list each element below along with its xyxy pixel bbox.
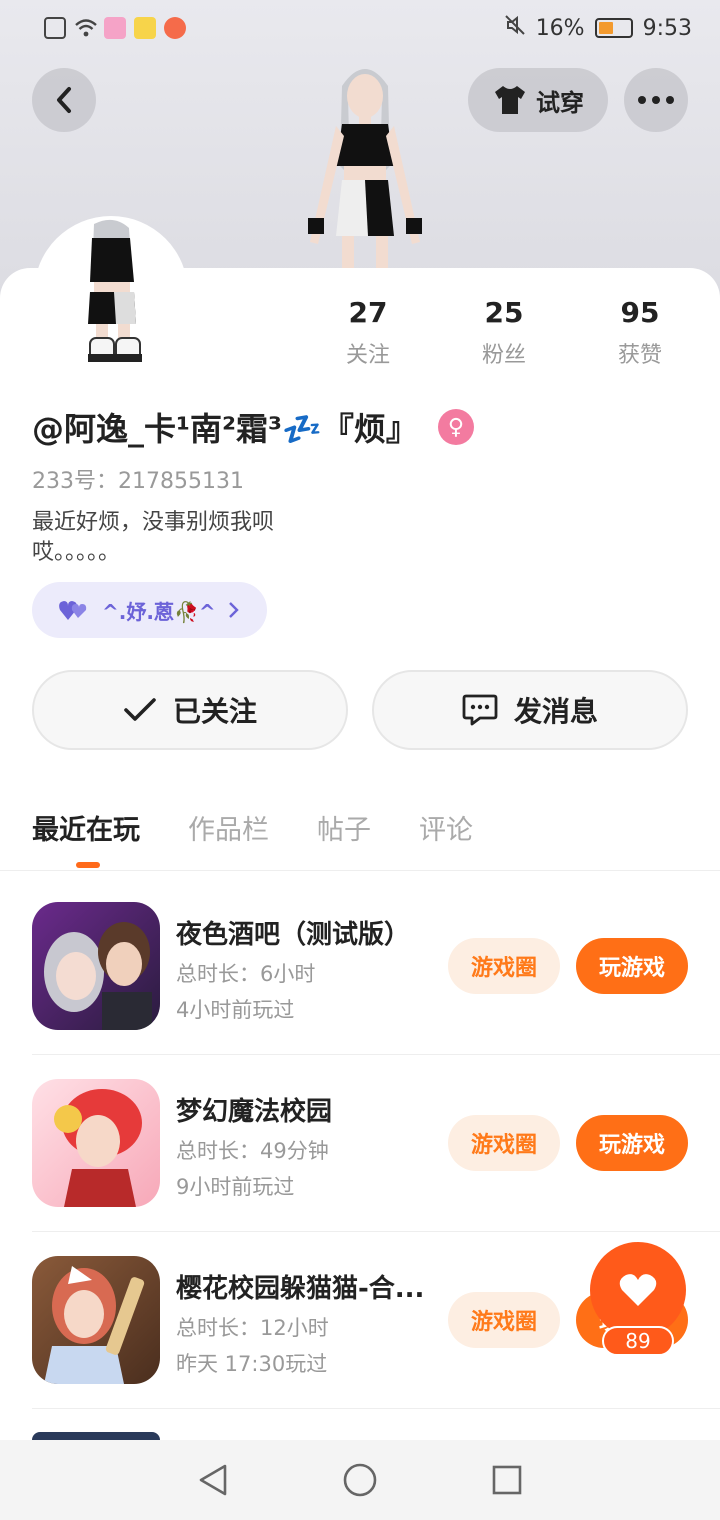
- row-divider: [32, 1054, 720, 1055]
- game-last-played: 4小时前玩过: [176, 998, 295, 1022]
- tshirt-icon: [495, 86, 525, 114]
- heart-icon: [619, 1274, 657, 1306]
- game-circle-button[interactable]: 游戏圈: [448, 938, 560, 994]
- game-name: 樱花校园躲猫猫-合...: [176, 1274, 425, 1304]
- relationship-badge[interactable]: ^.妤.蒽🥀^: [32, 582, 267, 638]
- system-nav-bar: [0, 1440, 720, 1520]
- game-name: 梦幻魔法校园: [176, 1097, 333, 1127]
- message-button[interactable]: 发消息: [372, 670, 688, 750]
- stat-likes-count: 95: [620, 296, 660, 329]
- row-divider: [32, 1231, 720, 1232]
- status-icons-right: 16% 9:53: [504, 14, 692, 42]
- avatar-figure: [88, 219, 142, 362]
- try-on-button[interactable]: 试穿: [468, 68, 608, 132]
- stat-following-label: 关注: [345, 343, 390, 368]
- battery-icon: [594, 18, 633, 38]
- stat-followers[interactable]: 25 粉丝: [436, 296, 572, 369]
- stat-following-count: 27: [348, 296, 388, 329]
- like-button[interactable]: [590, 1242, 686, 1338]
- avatar-3d-figure[interactable]: [290, 56, 440, 270]
- stat-followers-label: 粉丝: [481, 343, 526, 368]
- game-circle-button[interactable]: 游戏圈: [448, 1292, 560, 1348]
- female-gender-icon: ♀: [437, 409, 474, 445]
- check-icon: [124, 698, 156, 721]
- back-button[interactable]: [32, 68, 96, 132]
- stat-following[interactable]: 27 关注: [300, 296, 436, 369]
- more-button[interactable]: [624, 68, 688, 132]
- game-duration: 总时长：6小时: [176, 962, 316, 986]
- user-nickname: @阿逸_卡¹南²霜³💤『烦』: [32, 410, 418, 448]
- game-row[interactable]: 梦幻魔法校园 总时长：49分钟 9小时前玩过 游戏圈 玩游戏: [32, 1079, 720, 1257]
- video-app-icon: [134, 17, 156, 39]
- stat-likes[interactable]: 95 获赞: [572, 296, 708, 369]
- stat-followers-count: 25: [484, 296, 524, 329]
- tab-recently-played[interactable]: 最近在玩: [32, 808, 140, 847]
- game-duration: 总时长：49分钟: [176, 1139, 329, 1163]
- user-id: 233号：217855131: [32, 469, 244, 494]
- game-duration: 总时长：12小时: [176, 1316, 329, 1340]
- user-nickname-row: @阿逸_卡¹南²霜³💤『烦』 ♀: [32, 404, 474, 450]
- alert-icon: [44, 17, 66, 39]
- play-game-button[interactable]: 玩游戏: [576, 1115, 688, 1171]
- status-bar: 16% 9:53: [0, 0, 720, 56]
- nav-recents-button[interactable]: [487, 1460, 527, 1500]
- profile-tabs: 最近在玩 作品栏 帖子 评论: [32, 808, 473, 847]
- circle-home-icon: [343, 1463, 377, 1497]
- game-icon-magic-school: [32, 1079, 160, 1207]
- chat-bubble-icon: [462, 694, 498, 726]
- mute-icon: [504, 14, 526, 42]
- game-last-played: 昨天 17:30玩过: [176, 1352, 328, 1376]
- message-label: 发消息: [513, 695, 598, 728]
- tab-posts[interactable]: 帖子: [317, 808, 371, 847]
- active-tab-indicator: [76, 862, 100, 868]
- double-heart-icon: [59, 601, 87, 620]
- tab-works[interactable]: 作品栏: [188, 808, 269, 847]
- game-circle-button[interactable]: 游戏圈: [448, 1115, 560, 1171]
- app-notification-icon: [104, 17, 126, 39]
- user-bio: 最近好烦，没事别烦我呗哎。。。。。: [32, 510, 275, 565]
- triangle-back-icon: [200, 1464, 227, 1496]
- game-row[interactable]: 夜色酒吧（测试版） 总时长：6小时 4小时前玩过 游戏圈 玩游戏: [32, 902, 720, 1080]
- stat-likes-label: 获赞: [617, 343, 662, 368]
- game-name: 夜色酒吧（测试版）: [176, 920, 411, 950]
- chevron-left-icon: [57, 87, 71, 113]
- avatar[interactable]: [34, 216, 188, 370]
- profile-stats: 27 关注 25 粉丝 95 获赞: [300, 296, 710, 369]
- wifi-icon: [74, 17, 97, 39]
- play-game-button[interactable]: 玩游戏: [576, 938, 688, 994]
- game-icon-sakura-school: [32, 1256, 160, 1384]
- game-icon-partial: [32, 1432, 160, 1440]
- game-icon-night-bar: [32, 902, 160, 1030]
- nav-home-button[interactable]: [340, 1460, 380, 1500]
- like-count-badge: 89: [602, 1326, 674, 1356]
- media-app-icon: [164, 17, 186, 39]
- clock: 9:53: [642, 15, 692, 41]
- status-icons-left: [44, 17, 186, 39]
- relationship-name: ^.妤.蒽🥀^: [102, 599, 216, 624]
- nav-back-button[interactable]: [193, 1460, 233, 1500]
- following-button[interactable]: 已关注: [32, 670, 348, 750]
- tabs-divider: [0, 870, 720, 871]
- tab-comments[interactable]: 评论: [419, 808, 473, 847]
- try-on-label: 试穿: [536, 88, 584, 117]
- battery-percent: 16%: [535, 15, 585, 41]
- square-recents-icon: [492, 1465, 521, 1495]
- game-last-played: 9小时前玩过: [176, 1175, 295, 1199]
- chevron-right-icon: [228, 602, 239, 618]
- more-dots-icon: [638, 96, 674, 104]
- following-label: 已关注: [172, 695, 257, 728]
- row-divider: [32, 1408, 720, 1409]
